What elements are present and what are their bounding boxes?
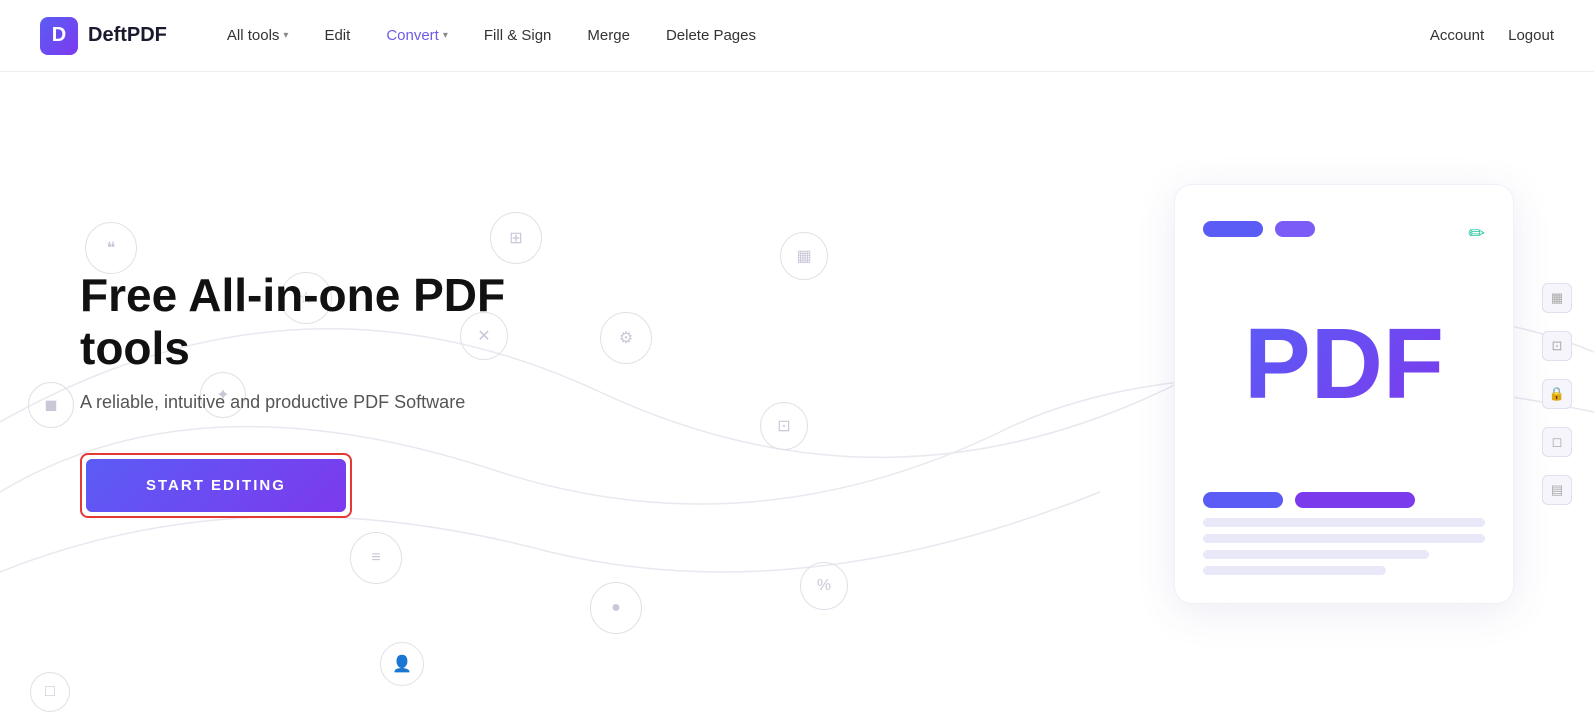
nav-delete-pages[interactable]: Delete Pages bbox=[666, 27, 756, 44]
hero-content: Free All-in-one PDF tools A reliable, in… bbox=[80, 269, 600, 519]
hero-subtitle: A reliable, intuitive and productive PDF… bbox=[80, 392, 600, 413]
mini-icon-3: 🔒 bbox=[1542, 379, 1572, 409]
pdf-line-3 bbox=[1203, 550, 1429, 559]
deco-circle-6: ⚙ bbox=[600, 312, 652, 364]
deco-circle-13: 👤 bbox=[380, 642, 424, 686]
mini-icon-1: ▦ bbox=[1542, 283, 1572, 313]
main-nav: All tools ▾ Edit Convert ▾ Fill & Sign M… bbox=[227, 27, 1430, 44]
logo[interactable]: D DeftPDF bbox=[40, 17, 167, 55]
bottom-pill-1 bbox=[1203, 492, 1283, 508]
deco-circle-12: % bbox=[800, 562, 848, 610]
pdf-lines bbox=[1203, 518, 1485, 575]
pdf-card-top-pills bbox=[1203, 221, 1315, 237]
pdf-line-4 bbox=[1203, 566, 1386, 575]
mini-icon-5: ▤ bbox=[1542, 475, 1572, 505]
top-pill-2 bbox=[1275, 221, 1315, 237]
start-editing-button-wrap: START EDITING bbox=[80, 453, 352, 518]
header: D DeftPDF All tools ▾ Edit Convert ▾ Fil… bbox=[0, 0, 1594, 72]
right-edge-icons: ▦ ⊡ 🔒 ◻ ▤ bbox=[1542, 283, 1572, 505]
pdf-line-2 bbox=[1203, 534, 1485, 543]
deco-circle-10: ≡ bbox=[350, 532, 402, 584]
deco-circle-15: □ bbox=[30, 672, 70, 712]
deco-circle-14 bbox=[140, 172, 182, 214]
logo-text: DeftPDF bbox=[88, 24, 167, 47]
account-link[interactable]: Account bbox=[1430, 27, 1484, 44]
chevron-down-icon: ▾ bbox=[443, 30, 448, 41]
pdf-preview-card: ✏ PDF bbox=[1174, 184, 1514, 604]
pdf-line-1 bbox=[1203, 518, 1485, 527]
chevron-down-icon: ▾ bbox=[283, 30, 288, 41]
deco-circle-3: ⊞ bbox=[490, 212, 542, 264]
nav-merge[interactable]: Merge bbox=[587, 27, 630, 44]
main-section: ❝ ☆ ⊞ ▦ ✕ ⚙ ✦ ◼ ⊡ ≡ ● % 👤 □ Free All-in-… bbox=[0, 72, 1594, 715]
nav-convert[interactable]: Convert ▾ bbox=[386, 27, 448, 44]
logout-link[interactable]: Logout bbox=[1508, 27, 1554, 44]
deco-circle-8: ◼ bbox=[28, 382, 74, 428]
header-right: Account Logout bbox=[1430, 27, 1554, 44]
mini-icon-2: ⊡ bbox=[1542, 331, 1572, 361]
start-editing-button[interactable]: START EDITING bbox=[86, 459, 346, 512]
hero-title: Free All-in-one PDF tools bbox=[80, 269, 600, 375]
nav-all-tools[interactable]: All tools ▾ bbox=[227, 27, 289, 44]
bottom-pill-2 bbox=[1295, 492, 1415, 508]
pdf-text: PDF bbox=[1244, 314, 1444, 414]
mini-icon-4: ◻ bbox=[1542, 427, 1572, 457]
bottom-pills bbox=[1203, 492, 1485, 508]
deco-circle-11: ● bbox=[590, 582, 642, 634]
nav-fill-sign[interactable]: Fill & Sign bbox=[484, 27, 552, 44]
nav-edit[interactable]: Edit bbox=[324, 27, 350, 44]
deco-circle-1: ❝ bbox=[85, 222, 137, 274]
pdf-card-bottom bbox=[1203, 492, 1485, 575]
deco-circle-4: ▦ bbox=[780, 232, 828, 280]
logo-icon: D bbox=[40, 17, 78, 55]
top-pill-1 bbox=[1203, 221, 1263, 237]
deco-circle-9: ⊡ bbox=[760, 402, 808, 450]
edit-pencil-icon: ✏ bbox=[1468, 221, 1485, 246]
